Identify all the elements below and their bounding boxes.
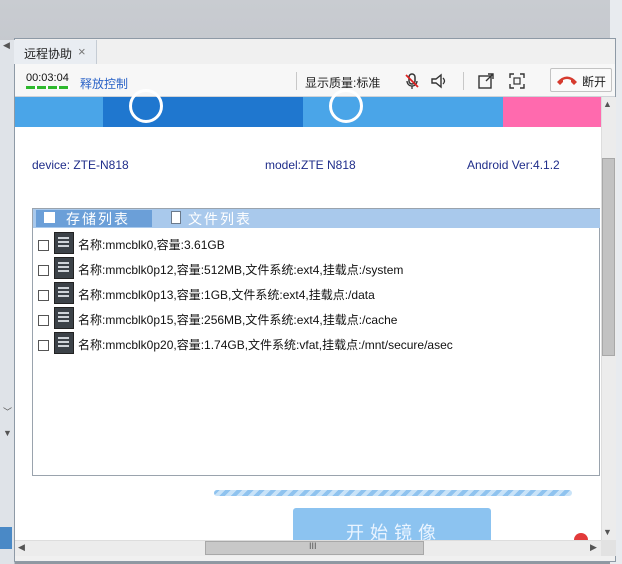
file-icon bbox=[171, 211, 181, 224]
disk-icon bbox=[54, 257, 74, 279]
left-panel-arrow-icon[interactable]: ◀ bbox=[3, 40, 10, 51]
partition-info: 名称:mmcblk0,容量:3.61GB bbox=[78, 238, 225, 252]
row-checkbox[interactable] bbox=[38, 265, 49, 276]
tab-close-icon[interactable]: × bbox=[78, 44, 86, 59]
vertical-scroll-thumb[interactable] bbox=[602, 158, 615, 356]
left-panel-chevron-icon[interactable]: ﹀ bbox=[3, 405, 12, 418]
disconnect-label: 断开 bbox=[582, 75, 607, 89]
play-circle-icon bbox=[129, 89, 163, 123]
mirror-progress-bar bbox=[214, 490, 572, 496]
scroll-down-icon[interactable]: ▼ bbox=[603, 527, 612, 537]
partition-info: 名称:mmcblk0p15,容量:256MB,文件系统:ext4,挂载点:/ca… bbox=[78, 313, 398, 327]
row-checkbox[interactable] bbox=[38, 315, 49, 326]
tab-title: 远程协助 bbox=[24, 47, 73, 61]
partition-info: 名称:mmcblk0p13,容量:1GB,文件系统:ext4,挂载点:/data bbox=[78, 288, 375, 302]
disk-icon bbox=[54, 332, 74, 354]
list-item[interactable]: 名称:mmcblk0p20,容量:1.74GB,文件系统:vfat,挂载点:/m… bbox=[38, 332, 598, 354]
select-all-checkbox[interactable] bbox=[44, 212, 55, 223]
tab-storage-label: 存储列表 bbox=[66, 211, 130, 227]
list-item[interactable]: 名称:mmcblk0,容量:3.61GB bbox=[38, 232, 598, 254]
scrollbar-corner bbox=[601, 540, 616, 556]
partition-info: 名称:mmcblk0p12,容量:512MB,文件系统:ext4,挂载点:/sy… bbox=[78, 263, 404, 277]
scroll-up-icon[interactable]: ▲ bbox=[603, 99, 612, 109]
left-panel-dropdown-icon[interactable]: ▼ bbox=[3, 428, 12, 438]
hangup-phone-icon bbox=[557, 76, 577, 85]
list-item[interactable]: 名称:mmcblk0p12,容量:512MB,文件系统:ext4,挂载点:/sy… bbox=[38, 257, 598, 279]
row-checkbox[interactable] bbox=[38, 340, 49, 351]
fullscreen-icon[interactable] bbox=[508, 72, 526, 90]
release-control-link[interactable]: 释放控制 bbox=[80, 75, 128, 92]
scroll-right-icon[interactable]: ▶ bbox=[590, 542, 597, 553]
partition-info: 名称:mmcblk0p20,容量:1.74GB,文件系统:vfat,挂载点:/m… bbox=[78, 338, 453, 352]
mic-muted-icon[interactable] bbox=[403, 72, 421, 90]
list-item[interactable]: 名称:mmcblk0p13,容量:1GB,文件系统:ext4,挂载点:/data bbox=[38, 282, 598, 304]
toolbar-divider bbox=[296, 72, 297, 90]
left-panel-badge[interactable] bbox=[0, 527, 12, 549]
row-checkbox[interactable] bbox=[38, 240, 49, 251]
left-side-panel bbox=[0, 40, 15, 564]
speaker-icon[interactable] bbox=[430, 72, 448, 90]
tab-file-list[interactable]: 文件列表 bbox=[188, 209, 252, 229]
play-circle-icon bbox=[329, 89, 363, 123]
session-timer: 00:03:04 bbox=[26, 72, 69, 84]
popout-icon[interactable] bbox=[477, 72, 495, 90]
disk-icon bbox=[54, 307, 74, 329]
device-model: model:ZTE N818 bbox=[265, 158, 356, 172]
row-checkbox[interactable] bbox=[38, 290, 49, 301]
list-item[interactable]: 名称:mmcblk0p15,容量:256MB,文件系统:ext4,挂载点:/ca… bbox=[38, 307, 598, 329]
disk-icon bbox=[54, 232, 74, 254]
connection-signal-bar bbox=[26, 86, 70, 89]
remote-app-banner-tile[interactable] bbox=[15, 97, 103, 127]
toolbar-divider bbox=[463, 72, 464, 90]
disk-icon bbox=[54, 282, 74, 304]
remote-app-banner-tile-active[interactable] bbox=[103, 89, 303, 127]
remote-app-banner-tile[interactable] bbox=[303, 89, 503, 127]
remote-app-banner-tile[interactable] bbox=[503, 97, 601, 127]
scroll-left-icon[interactable]: ◀ bbox=[18, 542, 25, 553]
android-version: Android Ver:4.1.2 bbox=[467, 158, 560, 172]
scroll-grip-icon: III bbox=[309, 541, 317, 551]
device-name: device: ZTE-N818 bbox=[32, 158, 129, 172]
